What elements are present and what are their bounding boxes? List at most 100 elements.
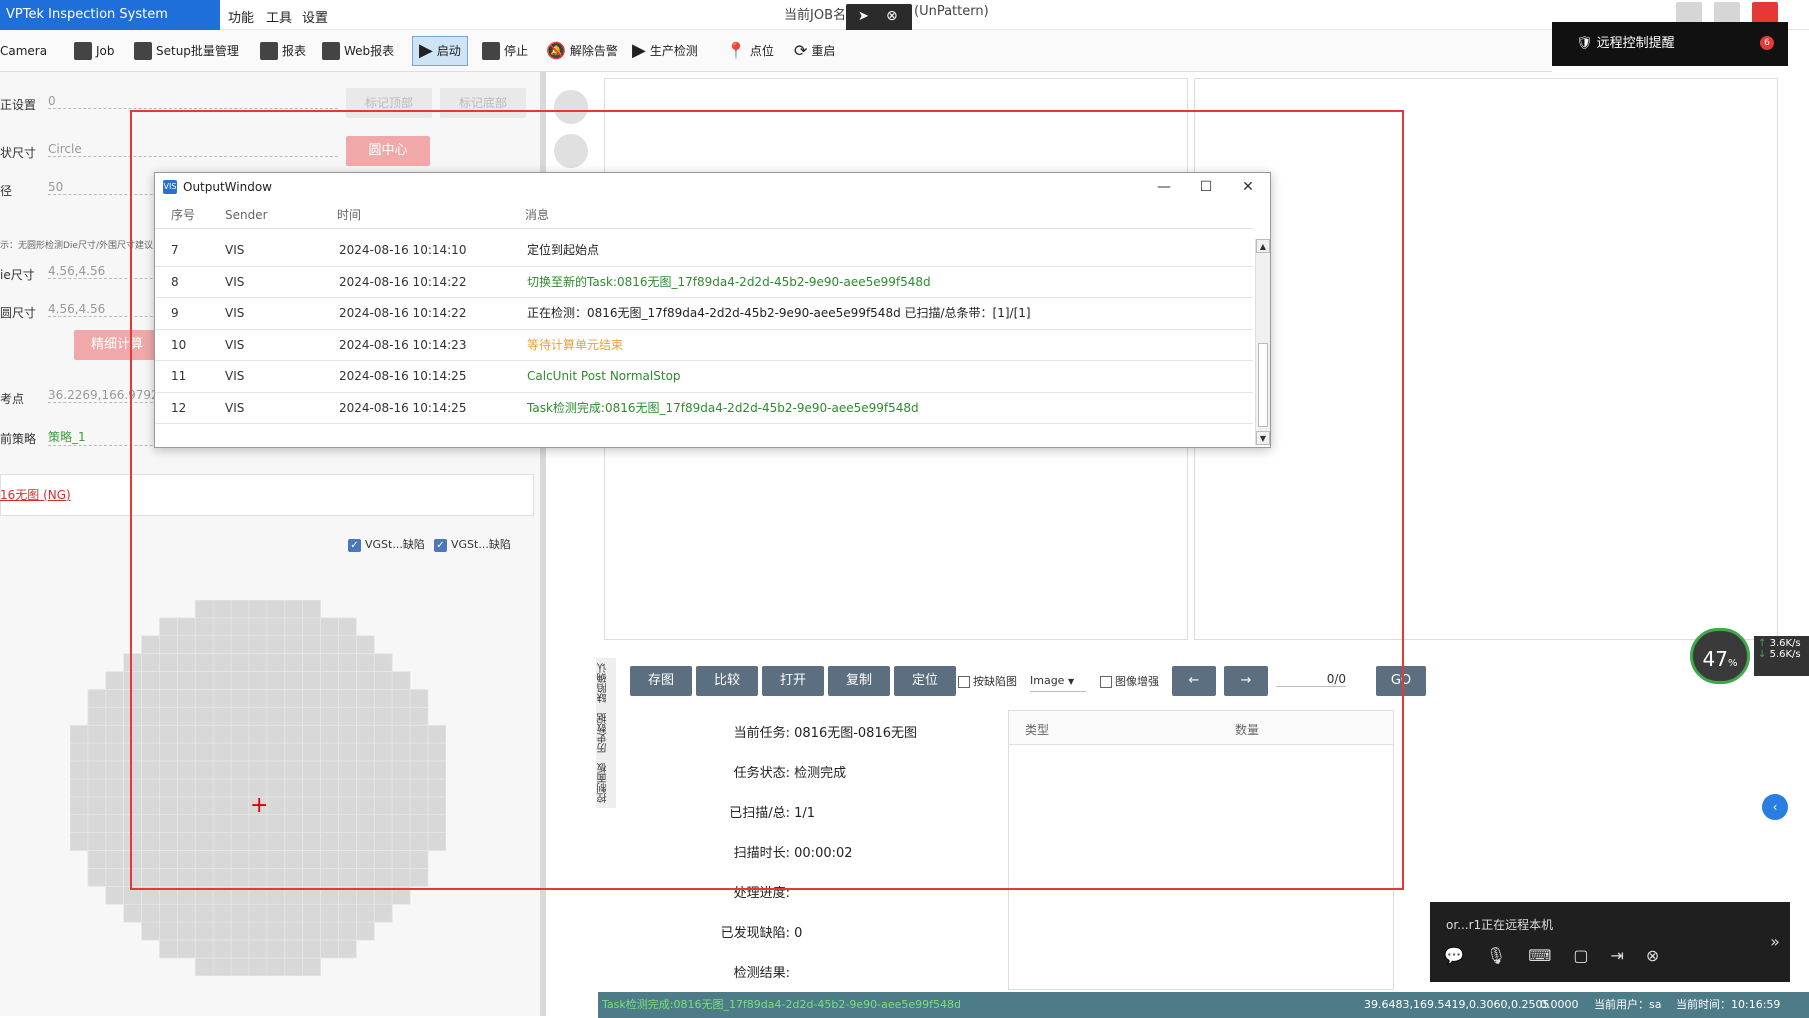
defect-check-2[interactable]: ✓ VGSt...缺陷: [434, 536, 511, 552]
die-cell[interactable]: [230, 760, 250, 780]
die-cell[interactable]: [87, 707, 107, 726]
window-close-button[interactable]: ✕: [1227, 173, 1269, 201]
die-cell[interactable]: [105, 885, 125, 905]
die-cell[interactable]: [409, 850, 429, 869]
die-cell[interactable]: [266, 671, 286, 690]
die-cell[interactable]: [302, 742, 321, 762]
die-cell[interactable]: [123, 814, 143, 834]
die-cell[interactable]: [338, 617, 357, 637]
die-cell[interactable]: [355, 760, 375, 780]
die-cell[interactable]: [159, 653, 178, 673]
die-cell[interactable]: [409, 868, 429, 887]
die-cell[interactable]: [141, 760, 160, 780]
image-pane-secondary[interactable]: [1194, 78, 1778, 640]
die-cell[interactable]: [320, 796, 339, 816]
camera-icon[interactable]: [554, 90, 588, 124]
die-cell[interactable]: [266, 868, 286, 887]
die-cell[interactable]: [266, 885, 286, 905]
die-cell[interactable]: [212, 600, 232, 619]
die-cell[interactable]: [284, 778, 304, 798]
die-cell[interactable]: [391, 868, 411, 887]
wafer-map[interactable]: [70, 600, 446, 976]
die-cell[interactable]: [284, 868, 304, 887]
tab-defect-confirm[interactable]: 缺陷确认: [596, 658, 611, 708]
die-cell[interactable]: [212, 778, 232, 798]
die-cell[interactable]: [87, 832, 107, 851]
die-cell[interactable]: [141, 868, 160, 887]
die-cell[interactable]: [355, 778, 375, 798]
die-cell[interactable]: [248, 903, 268, 923]
die-cell[interactable]: [123, 671, 143, 690]
die-cell[interactable]: [212, 957, 232, 976]
menu-settings[interactable]: 设置: [302, 7, 328, 26]
die-cell[interactable]: [105, 707, 125, 726]
die-cell[interactable]: [373, 868, 393, 887]
die-cell[interactable]: [409, 778, 429, 798]
die-cell[interactable]: [177, 635, 196, 655]
die-cell[interactable]: [320, 832, 339, 851]
die-cell[interactable]: [302, 689, 321, 708]
die-cell[interactable]: [266, 742, 286, 762]
calib-value[interactable]: 0: [48, 94, 338, 109]
die-cell[interactable]: [159, 760, 178, 780]
die-cell[interactable]: [194, 600, 214, 619]
die-cell[interactable]: [123, 778, 143, 798]
die-cell[interactable]: [338, 868, 357, 887]
die-cell[interactable]: [409, 742, 429, 762]
die-cell[interactable]: [194, 957, 214, 976]
start-button[interactable]: ▶ 启动: [412, 36, 468, 66]
stop-button[interactable]: 停止: [482, 36, 528, 66]
die-cell[interactable]: [212, 832, 232, 851]
die-cell[interactable]: [355, 832, 375, 851]
expand-icon[interactable]: »: [1760, 902, 1790, 982]
restart-button[interactable]: ⟳ 重启: [794, 36, 835, 66]
die-cell[interactable]: [427, 814, 446, 834]
die-cell[interactable]: [248, 617, 268, 637]
window-maximize-button[interactable]: ☐: [1185, 173, 1227, 201]
die-cell[interactable]: [141, 707, 160, 726]
die-cell[interactable]: [302, 832, 321, 851]
die-cell[interactable]: [373, 814, 393, 834]
die-cell[interactable]: [123, 868, 143, 887]
die-cell[interactable]: [141, 903, 160, 923]
die-cell[interactable]: [338, 850, 357, 869]
die-cell[interactable]: [266, 939, 286, 959]
die-cell[interactable]: [87, 778, 107, 798]
die-cell[interactable]: [284, 600, 304, 619]
die-cell[interactable]: [338, 885, 357, 905]
die-cell[interactable]: [141, 832, 160, 851]
die-cell[interactable]: [123, 796, 143, 816]
setup-batch-button[interactable]: Setup批量管理: [134, 36, 239, 66]
die-cell[interactable]: [373, 903, 393, 923]
open-button[interactable]: 打开: [762, 666, 824, 696]
die-cell[interactable]: [141, 796, 160, 816]
network-speed-gauge[interactable]: 47%: [1690, 628, 1750, 684]
die-cell[interactable]: [212, 885, 232, 905]
die-cell[interactable]: [355, 724, 375, 744]
die-cell[interactable]: [248, 671, 268, 690]
die-cell[interactable]: [141, 885, 160, 905]
die-cell[interactable]: [194, 868, 214, 887]
die-cell[interactable]: [391, 689, 411, 708]
die-cell[interactable]: [373, 796, 393, 816]
die-cell[interactable]: [373, 707, 393, 726]
die-cell[interactable]: [87, 868, 107, 887]
defect-map-checkbox[interactable]: 按缺陷图: [958, 673, 1017, 689]
die-cell[interactable]: [194, 939, 214, 959]
die-cell[interactable]: [194, 885, 214, 905]
die-cell[interactable]: [230, 832, 250, 851]
die-cell[interactable]: [248, 832, 268, 851]
menu-tools[interactable]: 工具: [266, 7, 292, 26]
die-cell[interactable]: [159, 635, 178, 655]
die-cell[interactable]: [409, 796, 429, 816]
die-cell[interactable]: [338, 796, 357, 816]
die-cell[interactable]: [320, 778, 339, 798]
die-cell[interactable]: [70, 742, 89, 762]
points-button[interactable]: 📍 点位: [726, 36, 774, 66]
die-cell[interactable]: [212, 796, 232, 816]
die-cell[interactable]: [302, 778, 321, 798]
die-cell[interactable]: [338, 778, 357, 798]
die-cell[interactable]: [123, 850, 143, 869]
die-cell[interactable]: [355, 921, 375, 941]
die-cell[interactable]: [284, 903, 304, 923]
